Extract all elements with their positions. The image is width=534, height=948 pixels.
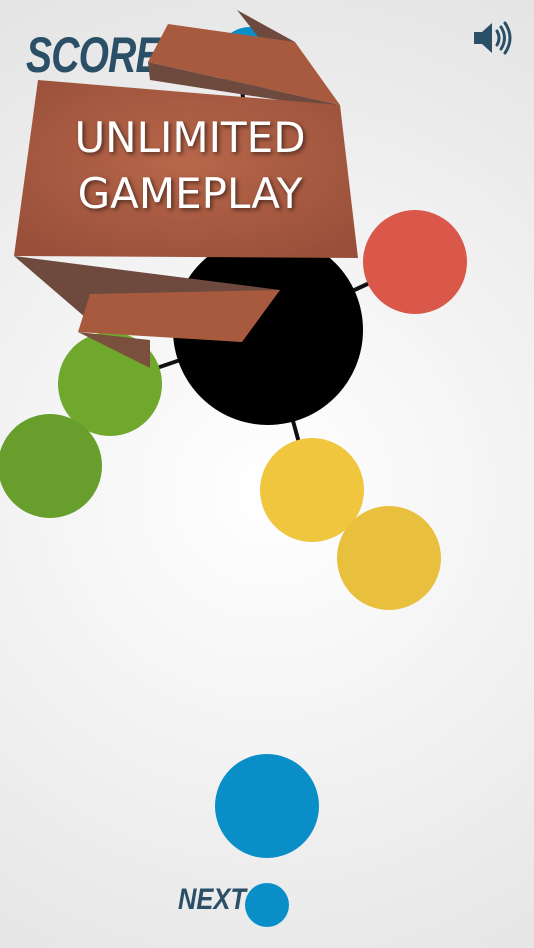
attached-ball-yellow-2 [337, 506, 441, 610]
next-label: NEXT [178, 883, 247, 916]
launcher-ball[interactable] [215, 754, 319, 858]
speaker-volume-icon [474, 21, 512, 55]
promo-banner-text: UNLIMITED GAMEPLAY [40, 110, 340, 222]
banner-line-2: GAMEPLAY [77, 169, 303, 218]
next-ball-preview [245, 883, 289, 927]
attached-ball-green-2 [0, 414, 102, 518]
sound-toggle-button[interactable] [470, 18, 520, 58]
banner-line-1: UNLIMITED [74, 113, 306, 162]
attached-ball-red [363, 210, 467, 314]
